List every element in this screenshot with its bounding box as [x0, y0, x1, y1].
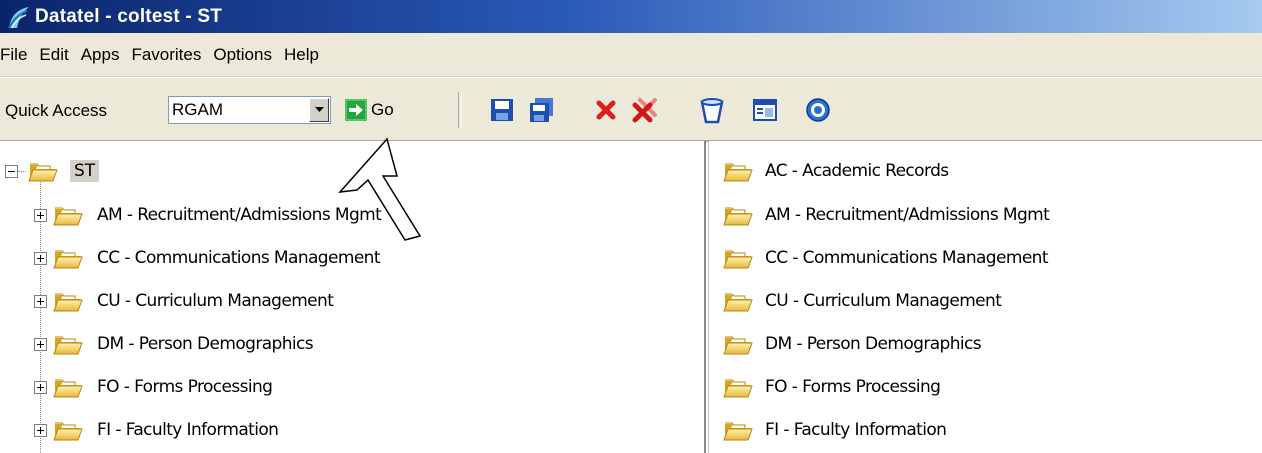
folder-icon	[723, 290, 753, 312]
toolbar: Quick Access RGAM Go	[0, 77, 1262, 142]
go-button[interactable]: Go	[345, 96, 394, 124]
expand-icon[interactable]	[34, 251, 47, 265]
list-item-label[interactable]: CC - Communications Management	[765, 248, 1049, 268]
expand-icon[interactable]	[34, 380, 47, 394]
menu-help[interactable]: Help	[278, 45, 325, 65]
list-item-label[interactable]: CU - Curriculum Management	[765, 291, 1002, 311]
list-item[interactable]: DM - Person Demographics	[723, 324, 982, 364]
cancel-all-icon[interactable]	[630, 95, 660, 125]
menu-file[interactable]: File	[0, 45, 33, 65]
expand-icon[interactable]	[34, 208, 47, 222]
folder-icon	[53, 376, 83, 398]
folder-icon	[53, 333, 83, 355]
folder-icon	[723, 376, 753, 398]
tree-node[interactable]: DM - Person Demographics	[34, 324, 314, 364]
chevron-down-icon	[314, 107, 324, 112]
list-item-label[interactable]: DM - Person Demographics	[765, 334, 982, 354]
quick-access-combo[interactable]: RGAM	[168, 96, 331, 124]
list-item-label[interactable]: FO - Forms Processing	[765, 377, 941, 397]
expand-icon[interactable]	[34, 294, 47, 308]
tree-node[interactable]: CU - Curriculum Management	[34, 281, 334, 321]
tree-node-label[interactable]: FO - Forms Processing	[97, 377, 273, 397]
list-item[interactable]: FO - Forms Processing	[723, 367, 941, 407]
cancel-icon[interactable]	[591, 95, 621, 125]
menu-favorites[interactable]: Favorites	[125, 45, 207, 65]
folder-icon	[723, 204, 753, 226]
clear-icon[interactable]	[697, 95, 727, 125]
folder-open-icon	[28, 160, 58, 182]
collapse-icon[interactable]	[5, 164, 18, 178]
save-all-icon[interactable]	[527, 95, 557, 125]
content-pane[interactable]: AC - Academic Records AM - Recruitment/A…	[708, 141, 1262, 453]
list-item-label[interactable]: FI - Faculty Information	[765, 420, 947, 440]
menu-bar: File Edit Apps Favorites Options Help	[0, 33, 1262, 77]
list-item[interactable]: CC - Communications Management	[723, 238, 1049, 278]
list-item-label[interactable]: AM - Recruitment/Admissions Mgmt	[765, 205, 1050, 225]
folder-icon	[53, 419, 83, 441]
tree-node-label[interactable]: CU - Curriculum Management	[97, 291, 334, 311]
menu-apps[interactable]: Apps	[75, 45, 126, 65]
tree-node[interactable]: CC - Communications Management	[34, 238, 381, 278]
list-item[interactable]: AM - Recruitment/Admissions Mgmt	[723, 195, 1050, 235]
folder-icon	[53, 247, 83, 269]
annotation-arrow-icon	[338, 137, 422, 241]
tree-node[interactable]: AM - Recruitment/Admissions Mgmt	[34, 195, 382, 235]
tree-node[interactable]: FO - Forms Processing	[34, 367, 273, 407]
tree-connector	[18, 171, 26, 172]
window-title: Datatel - coltest - ST	[35, 5, 223, 27]
toolbar-separator	[458, 92, 462, 128]
folder-icon	[723, 419, 753, 441]
form-list-icon[interactable]	[750, 95, 780, 125]
tree-node[interactable]: FI - Faculty Information	[34, 410, 279, 450]
help-icon[interactable]	[803, 95, 833, 125]
menu-edit[interactable]: Edit	[33, 45, 74, 65]
quick-access-label: Quick Access	[5, 101, 108, 120]
list-item[interactable]: FI - Faculty Information	[723, 410, 947, 450]
folder-icon	[723, 333, 753, 355]
tree-root-label[interactable]: ST	[70, 160, 100, 182]
folder-icon	[53, 290, 83, 312]
title-bar[interactable]: Datatel - coltest - ST	[0, 0, 1262, 33]
list-item[interactable]: CU - Curriculum Management	[723, 281, 1002, 321]
quick-access-value[interactable]: RGAM	[172, 100, 223, 120]
folder-icon	[53, 204, 83, 226]
go-label: Go	[371, 100, 394, 119]
dropdown-arrow-button[interactable]	[309, 98, 329, 122]
expand-icon[interactable]	[34, 337, 47, 351]
tree-node-label[interactable]: DM - Person Demographics	[97, 334, 314, 354]
tree-node-label[interactable]: FI - Faculty Information	[97, 420, 279, 440]
tree-root[interactable]: ST	[5, 151, 100, 191]
save-icon[interactable]	[487, 95, 517, 125]
menu-options[interactable]: Options	[207, 45, 278, 65]
list-item[interactable]: AC - Academic Records	[723, 151, 949, 191]
list-item-label[interactable]: AC - Academic Records	[765, 161, 949, 181]
folder-icon	[723, 247, 753, 269]
tree-node-label[interactable]: CC - Communications Management	[97, 248, 381, 268]
folder-icon	[723, 160, 753, 182]
expand-icon[interactable]	[34, 423, 47, 437]
go-arrow-icon	[345, 99, 367, 121]
app-icon	[8, 6, 29, 28]
